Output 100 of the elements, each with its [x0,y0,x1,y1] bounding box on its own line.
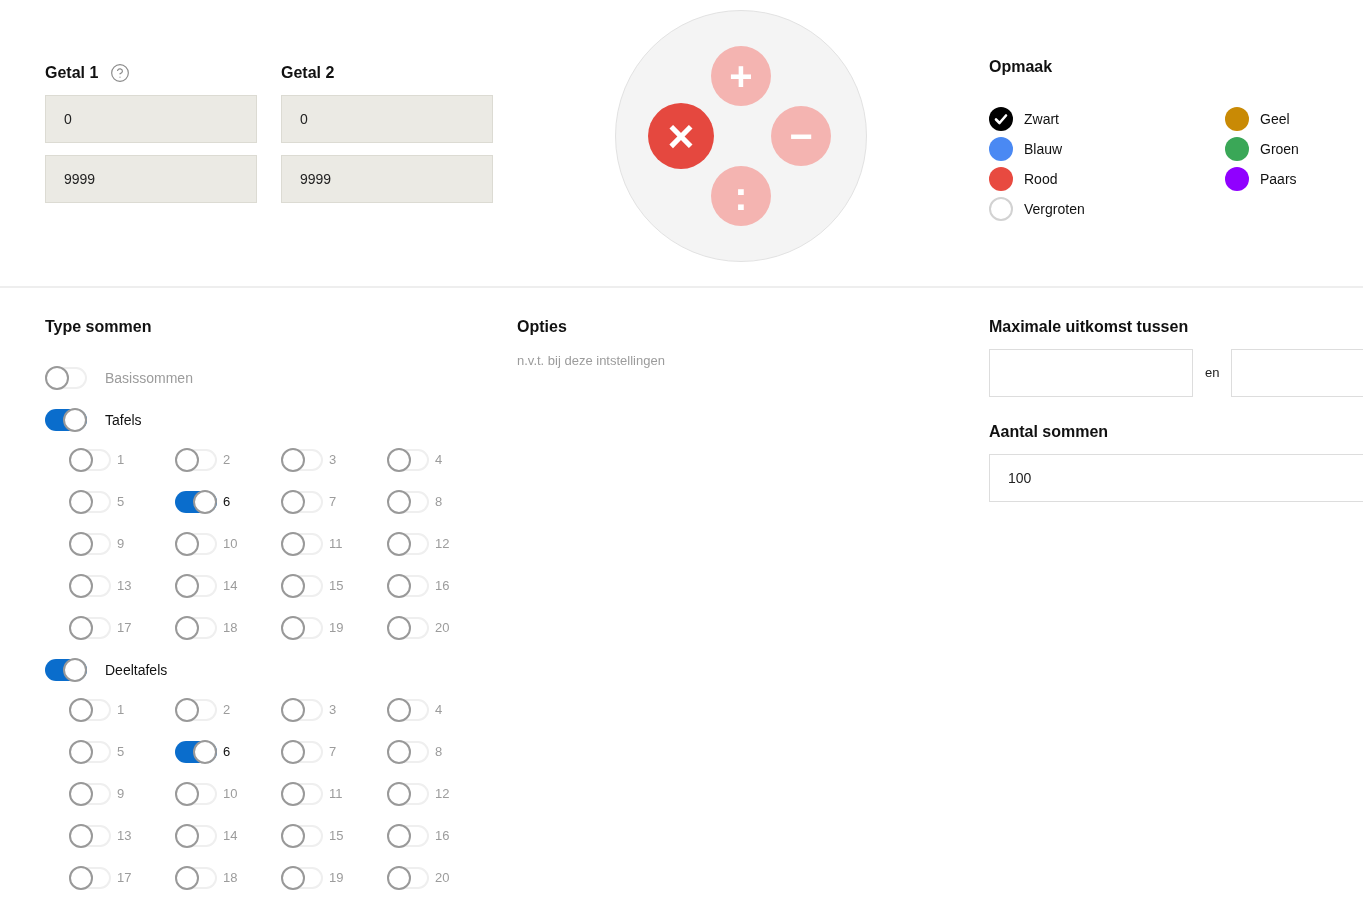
toggle-label: Basissommen [105,368,193,388]
toggle-switch[interactable] [69,616,111,640]
toggle-switch[interactable] [69,782,111,806]
toggle-label: 18 [223,869,238,888]
color-swatch-icon[interactable] [1225,107,1249,131]
option-label: Vergroten [1024,199,1085,219]
toggle-label: 11 [329,535,343,554]
toggle-switch[interactable] [175,448,217,472]
toggle-switch[interactable] [69,740,111,764]
number-field[interactable]: 0 [281,95,493,143]
toggle-switch[interactable] [281,824,323,848]
toggle-switch[interactable] [175,574,217,598]
toggle-switch[interactable] [69,866,111,890]
checkbox[interactable] [989,197,1013,221]
toggle-switch[interactable] [45,658,87,682]
toggle-switch[interactable] [387,574,429,598]
toggle-label: 10 [223,535,238,554]
toggle-label: 6 [223,743,231,762]
toggle-label: 20 [435,869,450,888]
toggle-label: 17 [117,869,132,888]
toggle-switch[interactable] [387,782,429,806]
option-label: Zwart [1024,109,1059,129]
options-note: n.v.t. bij deze intstellingen [517,352,666,370]
section-heading: Maximale uitkomst tussen [989,317,1190,337]
color-swatch-icon[interactable] [989,137,1013,161]
number-field[interactable]: 9999 [281,155,493,203]
toggle-label: 7 [329,493,337,512]
section-heading: Aantal sommen [989,422,1110,442]
toggle-switch[interactable] [387,698,429,722]
toggle-switch[interactable] [387,532,429,556]
toggle-switch[interactable] [387,866,429,890]
toggle-switch[interactable] [281,532,323,556]
color-swatch-icon[interactable] [989,107,1013,131]
toggle-switch[interactable] [45,366,87,390]
toggle-switch[interactable] [175,532,217,556]
toggle-switch[interactable] [281,698,323,722]
option-label: Groen [1260,139,1299,159]
option-label: Blauw [1024,139,1063,159]
toggle-switch[interactable] [175,490,217,514]
toggle-label: 16 [435,577,450,596]
toggle-switch[interactable] [281,866,323,890]
toggle-switch[interactable] [69,824,111,848]
toggle-label: 14 [223,827,238,846]
toggle-switch[interactable] [387,490,429,514]
color-swatch-icon[interactable] [989,167,1013,191]
toggle-switch[interactable] [45,408,87,432]
toggle-switch[interactable] [69,574,111,598]
toggle-label: 19 [329,619,344,638]
input-field[interactable] [989,349,1193,397]
separator-label: en [1205,364,1220,383]
toggle-label: 3 [329,451,337,470]
toggle-switch[interactable] [387,616,429,640]
section-heading: Type sommen [45,317,153,337]
toggle-label: 3 [329,701,337,720]
section-heading: Getal 1 [45,63,99,83]
toggle-label: Tafels [105,410,142,430]
toggle-switch[interactable] [175,866,217,890]
toggle-label: 2 [223,451,231,470]
option-label: Rood [1024,169,1058,189]
toggle-switch[interactable] [281,782,323,806]
toggle-label: 9 [117,535,125,554]
toggle-switch[interactable] [175,616,217,640]
toggle-switch[interactable] [175,698,217,722]
toggle-switch[interactable] [175,782,217,806]
toggle-switch[interactable] [281,616,323,640]
toggle-label: 9 [117,785,125,804]
number-field[interactable]: 0 [45,95,257,143]
section-heading: Opmaak [989,57,1054,77]
toggle-switch[interactable] [175,824,217,848]
toggle-switch[interactable] [69,532,111,556]
toggle-label: 11 [329,785,343,804]
toggle-switch[interactable] [281,574,323,598]
toggle-label: 4 [435,701,443,720]
toggle-switch[interactable] [69,490,111,514]
toggle-switch[interactable] [69,698,111,722]
toggle-label: 15 [329,827,344,846]
toggle-label: 14 [223,577,238,596]
toggle-switch[interactable] [281,490,323,514]
toggle-switch[interactable] [281,448,323,472]
help-icon[interactable] [110,63,131,83]
toggle-label: 8 [435,743,443,762]
toggle-switch[interactable] [387,740,429,764]
toggle-label: 5 [117,493,125,512]
toggle-label: 12 [435,785,450,804]
toggle-switch[interactable] [69,448,111,472]
operation-button[interactable]: × [648,103,714,169]
toggle-label: 12 [435,535,450,554]
toggle-label: 1 [117,701,125,720]
toggle-switch[interactable] [281,740,323,764]
option-label: Geel [1260,109,1290,129]
number-field[interactable]: 100 [989,454,1363,502]
color-swatch-icon[interactable] [1225,167,1249,191]
toggle-switch[interactable] [387,448,429,472]
toggle-label: 7 [329,743,337,762]
color-swatch-icon[interactable] [1225,137,1249,161]
toggle-label: 17 [117,619,132,638]
toggle-switch[interactable] [387,824,429,848]
number-field[interactable]: 9999 [45,155,257,203]
toggle-switch[interactable] [175,740,217,764]
toggle-label: 1 [117,451,125,470]
